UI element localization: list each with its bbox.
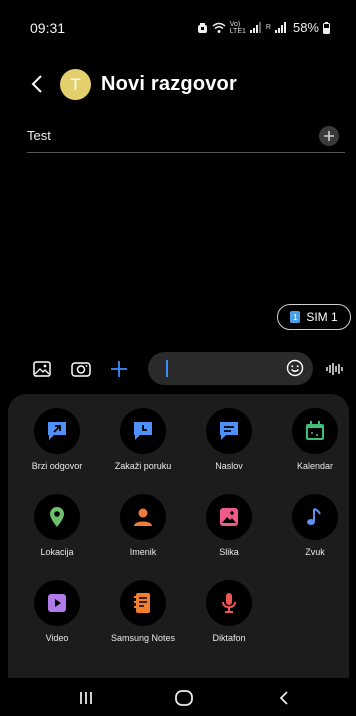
message-input[interactable] <box>148 352 313 385</box>
attach-samsung-notes[interactable]: Samsung Notes <box>100 580 186 643</box>
add-recipient-button[interactable] <box>319 126 339 146</box>
back-icon <box>279 691 288 705</box>
message-composer <box>0 350 356 388</box>
plus-icon <box>111 361 127 377</box>
image-icon <box>220 508 238 526</box>
waveform-icon <box>326 363 343 375</box>
microphone-icon <box>222 593 236 613</box>
wifi-icon <box>212 22 226 34</box>
status-icons: Vo) LTE1 R 58% <box>197 20 330 35</box>
chevron-left-icon <box>31 75 42 93</box>
quick-reply-icon <box>48 422 66 440</box>
contacts-icon <box>134 508 152 526</box>
calendar-icon <box>306 421 324 440</box>
text-cursor <box>166 360 168 377</box>
sim-label: SIM 1 <box>306 310 338 324</box>
sim2-label: R <box>265 24 271 31</box>
attach-video[interactable]: Video <box>14 580 100 643</box>
attach-calendar[interactable]: Kalendar <box>272 408 356 471</box>
signal-icon <box>249 22 262 33</box>
avatar: T <box>60 69 91 100</box>
camera-icon <box>71 362 91 377</box>
plus-icon <box>324 131 334 141</box>
back-button[interactable] <box>28 72 48 96</box>
recent-apps-button[interactable] <box>74 687 98 709</box>
conversation-header: T Novi razgovor <box>0 62 356 106</box>
emoji-icon <box>286 359 304 377</box>
system-navigation-bar <box>0 680 356 716</box>
attach-quick-reply[interactable]: Brzi odgovor <box>14 408 100 471</box>
attachment-drawer: Brzi odgovor Zakaži poruku Naslov Kalend… <box>8 394 349 678</box>
voice-record-button[interactable] <box>324 359 346 379</box>
alarm-icon <box>197 22 208 34</box>
sim-badge: 1 <box>290 311 301 323</box>
attach-contacts[interactable]: Imenik <box>100 494 186 557</box>
video-icon <box>48 594 66 612</box>
recents-icon <box>80 692 92 704</box>
signal-icon-sim2 <box>274 22 287 33</box>
sim-selector-button[interactable]: 1 SIM 1 <box>277 304 351 330</box>
attach-image[interactable]: Slika <box>186 494 272 557</box>
home-button[interactable] <box>172 687 196 709</box>
nav-back-button[interactable] <box>272 687 296 709</box>
status-bar: 09:31 Vo) LTE1 R 58% <box>0 0 356 52</box>
notes-icon <box>134 593 150 613</box>
volte-indicator: Vo) LTE1 <box>229 20 246 35</box>
attach-audio[interactable]: Zvuk <box>272 494 356 557</box>
recipient-field[interactable]: Test <box>27 122 345 153</box>
attach-voice-recorder[interactable]: Diktafon <box>186 580 272 643</box>
add-attachment-button[interactable] <box>108 359 130 379</box>
location-icon <box>50 507 64 527</box>
battery-percent: 58% <box>292 20 319 35</box>
schedule-message-icon <box>134 422 152 440</box>
battery-icon <box>323 21 330 34</box>
status-time: 09:31 <box>30 20 66 36</box>
page-title: Novi razgovor <box>101 73 237 95</box>
attach-location[interactable]: Lokacija <box>14 494 100 557</box>
gallery-icon <box>33 361 51 377</box>
gallery-button[interactable] <box>31 359 53 379</box>
attach-subject[interactable]: Naslov <box>186 408 272 471</box>
recipient-value: Test <box>27 128 51 143</box>
attach-schedule-message[interactable]: Zakaži poruku <box>100 408 186 471</box>
emoji-button[interactable] <box>286 359 304 377</box>
subject-icon <box>220 422 238 440</box>
home-icon <box>175 690 193 706</box>
camera-button[interactable] <box>70 359 92 379</box>
music-icon <box>307 508 321 525</box>
